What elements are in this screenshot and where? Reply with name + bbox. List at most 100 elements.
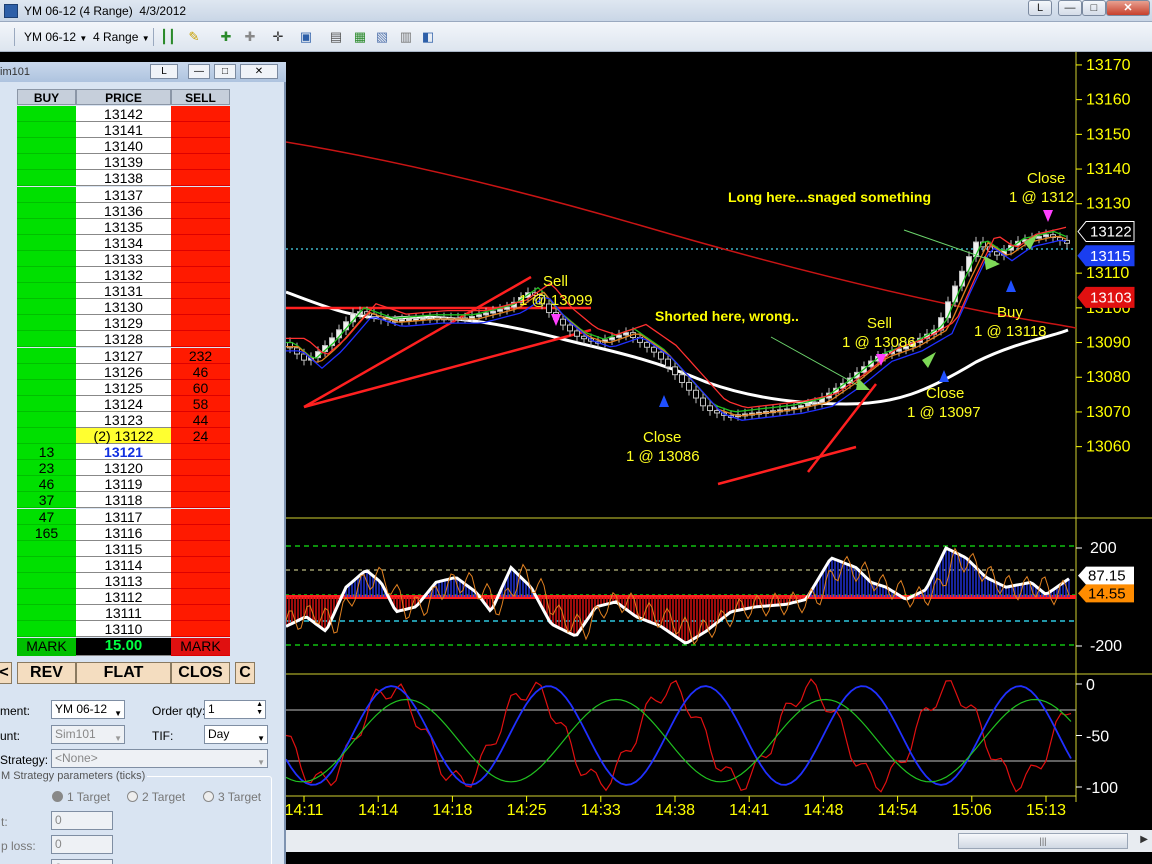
price-cell[interactable]: 13132	[76, 267, 171, 284]
price-cell[interactable]: 13130	[76, 299, 171, 316]
price-cell[interactable]: 13135	[76, 218, 171, 235]
stop-loss-stepper[interactable]: 0	[51, 835, 113, 854]
price-cell[interactable]: 13142	[76, 106, 171, 123]
buy-cell[interactable]: 23	[17, 460, 76, 477]
buy-cell[interactable]	[17, 218, 76, 235]
bars-style-icon[interactable]: ┃┃	[160, 29, 176, 45]
price-cell[interactable]: 13140	[76, 138, 171, 155]
sell-cell[interactable]	[171, 299, 230, 316]
data-box-icon[interactable]: ▥	[398, 29, 414, 45]
chart-canvas[interactable]: Sell 1 @ 13099 Close 1 @ 13086 Sell 1 @ …	[286, 52, 1152, 864]
buy-cell[interactable]	[17, 283, 76, 300]
buy-cell[interactable]: 46	[17, 476, 76, 493]
sell-cell[interactable]: 60	[171, 379, 230, 396]
sell-cell[interactable]	[171, 621, 230, 638]
price-cell[interactable]: 13127	[76, 347, 171, 364]
collapse-button[interactable]: <	[0, 662, 12, 684]
price-cell[interactable]: 13141	[76, 122, 171, 139]
price-cell[interactable]: 13110	[76, 621, 171, 638]
sell-cell[interactable]	[171, 508, 230, 525]
buy-cell[interactable]: 37	[17, 492, 76, 509]
buy-cell[interactable]	[17, 138, 76, 155]
sell-cell[interactable]	[171, 218, 230, 235]
strategy-select[interactable]: <None> ▼	[51, 749, 268, 768]
sell-cell[interactable]	[171, 283, 230, 300]
price-chart[interactable]: Sell 1 @ 13099 Close 1 @ 13086 Sell 1 @ …	[286, 52, 1152, 864]
sell-cell[interactable]	[171, 331, 230, 348]
properties-icon[interactable]: ▣	[298, 29, 314, 45]
buy-cell[interactable]	[17, 267, 76, 284]
auto-breakeven-stepper[interactable]: 0	[51, 859, 113, 864]
buy-cell[interactable]	[17, 379, 76, 396]
price-cell[interactable]: 13128	[76, 331, 171, 348]
instrument-selector[interactable]: YM 06-12 ▼	[24, 30, 87, 44]
buy-cell[interactable]	[17, 572, 76, 589]
close-position-button[interactable]: CLOS	[171, 662, 230, 684]
price-cell[interactable]: 13134	[76, 234, 171, 251]
target-stepper[interactable]: 0	[51, 811, 113, 830]
sell-cell[interactable]	[171, 250, 230, 267]
buy-cell[interactable]	[17, 428, 76, 445]
price-cell[interactable]: 13138	[76, 170, 171, 187]
buy-cell[interactable]	[17, 170, 76, 187]
buy-cell[interactable]	[17, 540, 76, 557]
sell-cell[interactable]	[171, 476, 230, 493]
sell-cell[interactable]	[171, 122, 230, 139]
price-cell[interactable]: 13137	[76, 186, 171, 203]
sell-cell[interactable]	[171, 186, 230, 203]
sell-cell[interactable]	[171, 444, 230, 461]
strategies-icon[interactable]: ▤	[328, 29, 344, 45]
buy-cell[interactable]	[17, 154, 76, 171]
price-cell[interactable]: 13139	[76, 154, 171, 171]
price-cell[interactable]: (2) 13122	[76, 428, 171, 445]
maximize-button[interactable]: □	[1082, 0, 1106, 16]
sell-mark-cell[interactable]: MARK	[171, 638, 230, 656]
buy-cell[interactable]	[17, 315, 76, 332]
buy-cell[interactable]	[17, 347, 76, 364]
sell-cell[interactable]	[171, 524, 230, 541]
two-target-radio[interactable]: 2 Target	[127, 790, 185, 804]
one-target-radio[interactable]: 1 Target	[52, 790, 110, 804]
tif-select[interactable]: Day ▼	[204, 725, 268, 744]
scroll-right-icon[interactable]: ▶	[1140, 834, 1148, 845]
price-cell[interactable]: 13119	[76, 476, 171, 493]
buy-cell[interactable]	[17, 234, 76, 251]
buy-cell[interactable]	[17, 186, 76, 203]
buy-cell[interactable]	[17, 331, 76, 348]
scrollbar-thumb[interactable]: |||	[958, 833, 1128, 849]
price-cell[interactable]: 13120	[76, 460, 171, 477]
zoom-out-icon[interactable]: ✚	[242, 29, 258, 45]
close-window-button[interactable]: ✕	[1106, 0, 1150, 16]
buy-cell[interactable]	[17, 411, 76, 428]
buy-cell[interactable]	[17, 250, 76, 267]
price-cell[interactable]: 13133	[76, 250, 171, 267]
sell-cell[interactable]: 44	[171, 411, 230, 428]
minimize-button[interactable]: —	[1058, 0, 1082, 16]
dom-maximize-button[interactable]: □	[214, 64, 236, 79]
instrument-select[interactable]: YM 06-12 ▼	[51, 700, 125, 719]
dom-link-button[interactable]: L	[150, 64, 178, 79]
price-cell[interactable]: 13136	[76, 202, 171, 219]
buy-cell[interactable]	[17, 621, 76, 638]
buy-cell[interactable]	[17, 589, 76, 606]
price-cell[interactable]: 13111	[76, 605, 171, 622]
sell-cell[interactable]	[171, 572, 230, 589]
cancel-orders-button[interactable]: C	[235, 662, 255, 684]
buy-cell[interactable]	[17, 106, 76, 123]
sell-cell[interactable]: 24	[171, 428, 230, 445]
period-selector[interactable]: 4 Range ▼	[93, 30, 150, 44]
buy-cell[interactable]	[17, 395, 76, 412]
sell-cell[interactable]	[171, 492, 230, 509]
order-qty-stepper[interactable]: 1 ▲ ▼	[204, 700, 266, 719]
price-cell[interactable]: 13124	[76, 395, 171, 412]
sell-cell[interactable]	[171, 315, 230, 332]
price-cell[interactable]: 13118	[76, 492, 171, 509]
buy-cell[interactable]: 47	[17, 508, 76, 525]
sell-cell[interactable]: 46	[171, 363, 230, 380]
account-select[interactable]: Sim101 ▼	[51, 725, 125, 744]
price-cell[interactable]: 13125	[76, 379, 171, 396]
price-cell[interactable]: 13117	[76, 508, 171, 525]
flatten-button[interactable]: FLAT	[76, 662, 171, 684]
spin-arrows-icon[interactable]: ▲ ▼	[256, 701, 263, 717]
draw-pencil-icon[interactable]: ✎	[186, 29, 202, 45]
